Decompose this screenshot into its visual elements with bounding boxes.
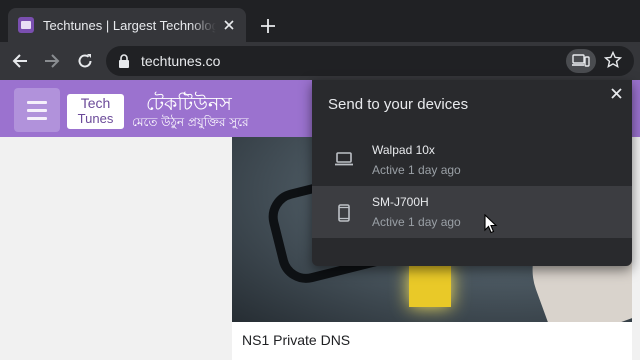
forward-arrow-icon[interactable]	[42, 51, 62, 71]
browser-toolbar: techtunes.co	[0, 42, 640, 80]
browser-tab[interactable]: Techtunes | Largest Technology Site	[8, 8, 246, 42]
url-text[interactable]: techtunes.co	[141, 53, 220, 69]
device-item-sm-j700h[interactable]: SM-J700H Active 1 day ago	[312, 186, 632, 238]
brand-tagline: মেতে উঠুন প্রযুক্তির সুরে	[132, 115, 249, 129]
address-bar[interactable]: techtunes.co	[106, 46, 634, 76]
techtunes-favicon-icon	[18, 17, 34, 33]
article-title[interactable]: NS1 Private DNS	[242, 332, 350, 348]
back-arrow-icon[interactable]	[10, 51, 30, 71]
article-card-caption[interactable]: NS1 Private DNS	[232, 322, 632, 360]
new-tab-icon[interactable]	[258, 16, 278, 36]
device-name: SM-J700H	[372, 195, 429, 209]
techtunes-logo[interactable]: Tech Tunes	[67, 94, 124, 129]
popup-title: Send to your devices	[328, 96, 469, 113]
lock-icon[interactable]	[118, 54, 130, 73]
menu-icon[interactable]	[14, 88, 60, 132]
close-icon[interactable]	[608, 85, 624, 101]
device-status: Active 1 day ago	[372, 215, 461, 229]
tab-strip: Techtunes | Largest Technology Site	[0, 0, 640, 42]
reload-icon[interactable]	[75, 51, 95, 71]
laptop-icon	[334, 152, 354, 171]
mouse-cursor-icon	[484, 213, 498, 239]
glowing-cube-graphic	[409, 265, 451, 307]
phone-icon	[338, 204, 350, 227]
star-icon[interactable]	[603, 50, 623, 74]
logo-line-2: Tunes	[77, 111, 114, 126]
device-name: Walpad 10x	[372, 143, 435, 157]
tab-title: Techtunes | Largest Technology Site	[43, 17, 216, 33]
device-status: Active 1 day ago	[372, 163, 461, 177]
send-to-devices-popup: Send to your devices Walpad 10x Active 1…	[312, 80, 632, 266]
send-to-devices-icon[interactable]	[566, 49, 596, 73]
device-item-walpad[interactable]: Walpad 10x Active 1 day ago	[312, 134, 632, 186]
tab-close-icon[interactable]	[220, 16, 238, 34]
logo-line-1: Tech	[80, 95, 111, 111]
